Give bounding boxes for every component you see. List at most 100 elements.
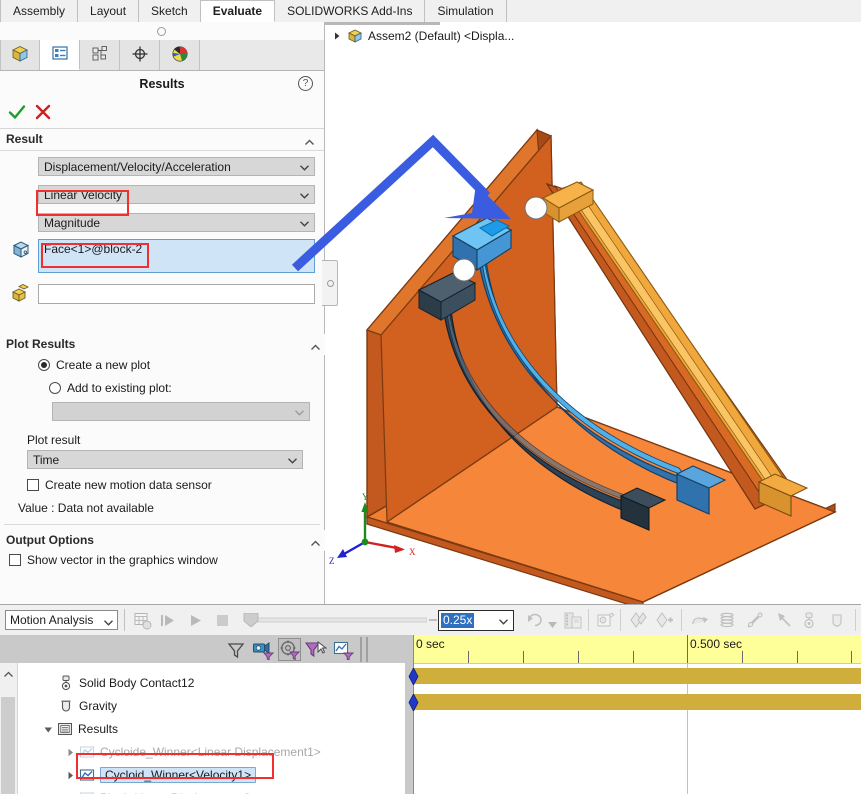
help-icon[interactable]: ? [298, 76, 313, 91]
chevron-down-icon[interactable] [287, 455, 298, 466]
filter-results-icon[interactable] [333, 640, 355, 663]
tab-assembly[interactable]: Assembly [0, 0, 79, 22]
panel-top-bar [0, 22, 324, 40]
property-manager-title: Results ? [0, 71, 324, 98]
timeline-ruler[interactable]: 0 sec 0.500 sec [413, 635, 861, 664]
output-options-section-header[interactable]: Output Options [0, 530, 330, 551]
timeline-key[interactable] [408, 693, 419, 712]
chevron-down-icon[interactable] [294, 407, 305, 418]
chevron-down-icon[interactable] [299, 162, 310, 173]
motion-timeline[interactable]: 0 sec 0.500 sec [405, 635, 861, 794]
configuration-manager-tab[interactable] [80, 40, 120, 70]
feature-tree-tab[interactable] [0, 40, 40, 70]
tab-solidworks-addins[interactable]: SOLIDWORKS Add-Ins [275, 0, 426, 22]
create-motion-sensor-checkbox[interactable]: Create new motion data sensor [27, 478, 212, 492]
tree-scrollbar[interactable] [0, 663, 18, 794]
result-section-header[interactable]: Result [0, 129, 324, 151]
damper-icon[interactable] [746, 611, 765, 633]
motor-icon[interactable] [690, 611, 709, 633]
motion-manager-toolbar: Motion Analysis [0, 605, 861, 636]
tree-row-results-folder[interactable]: Results [18, 718, 118, 740]
result-component-combo[interactable]: Magnitude [38, 213, 315, 232]
save-animation-icon[interactable] [563, 611, 582, 633]
timeline-slider[interactable] [242, 612, 428, 628]
component-selection-box[interactable] [38, 284, 315, 304]
dimxpert-manager-tab[interactable] [120, 40, 160, 70]
add-existing-plot-radio[interactable]: Add to existing plot: [49, 381, 172, 395]
toolbar-separator [681, 609, 682, 631]
toolbar-separator [855, 609, 856, 631]
graphics-area[interactable]: Assem2 (Default) <Displa... X Y Z [325, 22, 861, 604]
timeline-track-row[interactable] [414, 668, 861, 684]
tree-row-cycloid-winner-velocity1[interactable]: Cycloid_Winner<Velocity1> [18, 764, 257, 786]
no-filter-icon[interactable] [226, 640, 246, 663]
tab-simulation[interactable]: Simulation [425, 0, 507, 22]
checkbox-indicator [9, 554, 21, 566]
toolbar-separator [124, 609, 125, 631]
tree-row-cycloide-winner-linear-displacement1[interactable]: Cycloide_Winner<Linear Displacement1> [18, 741, 321, 763]
model-3d-view[interactable]: X Y Z [325, 22, 861, 604]
chevron-up-icon[interactable] [310, 535, 321, 546]
checkbox-indicator [27, 479, 39, 491]
tab-sketch[interactable]: Sketch [139, 0, 201, 22]
display-manager-tab[interactable] [160, 40, 200, 70]
playback-speed-selector[interactable]: 0.25x [438, 610, 514, 631]
tab-evaluate[interactable]: Evaluate [200, 0, 276, 22]
timeline-key[interactable] [408, 667, 419, 686]
calculate-icon[interactable] [133, 611, 152, 633]
output-options-section-title: Output Options [6, 533, 94, 547]
contact-icon[interactable] [800, 611, 819, 633]
tree-row-solid-body-contact[interactable]: Solid Body Contact12 [18, 672, 194, 694]
stop-icon[interactable] [216, 614, 229, 630]
filter-separator [360, 637, 362, 662]
property-manager-tab[interactable] [40, 40, 80, 70]
add-update-key-icon[interactable] [655, 611, 674, 633]
force-icon[interactable] [775, 611, 794, 633]
scrollbar-thumb[interactable] [1, 697, 15, 794]
play-icon[interactable] [188, 613, 204, 631]
chevron-up-icon[interactable] [310, 339, 321, 350]
playback-mode-dropdown-icon[interactable] [548, 617, 557, 631]
accept-button[interactable] [6, 101, 28, 123]
cancel-button[interactable] [32, 101, 54, 123]
tree-row-gravity[interactable]: Gravity [18, 695, 117, 717]
filter-drivings-icon[interactable] [278, 638, 301, 661]
create-new-plot-radio[interactable]: Create a new plot [38, 358, 150, 372]
result-category-combo[interactable]: Displacement/Velocity/Acceleration [38, 157, 315, 176]
panel-splitter-handle[interactable] [322, 260, 338, 306]
filter-separator [366, 637, 368, 662]
show-vector-checkbox[interactable]: Show vector in the graphics window [9, 553, 218, 567]
triangle-right-icon[interactable] [64, 769, 77, 782]
panel-pin-icon[interactable] [157, 27, 166, 36]
plot-result-combo[interactable]: Time [27, 450, 303, 469]
animation-wizard-icon[interactable] [596, 611, 615, 633]
tree-row-plot4-linear-displacement2[interactable]: Plot4<Linear Displacement2> [18, 787, 257, 794]
triangle-down-icon[interactable] [42, 723, 55, 736]
spring-icon[interactable] [718, 611, 737, 633]
play-from-start-icon[interactable] [160, 613, 176, 631]
tab-layout[interactable]: Layout [78, 0, 140, 22]
filter-animated-icon[interactable] [252, 640, 275, 663]
timeline-time-marker[interactable] [413, 635, 414, 794]
playback-mode-icon[interactable] [526, 612, 544, 631]
study-type-value: Motion Analysis [10, 613, 94, 627]
scroll-up-icon[interactable] [3, 668, 14, 677]
chevron-up-icon[interactable] [304, 134, 315, 145]
result-subcategory-combo[interactable]: Linear Velocity [38, 185, 315, 204]
chevron-down-icon[interactable] [299, 190, 310, 201]
timeline-label-0sec: 0 sec [416, 637, 445, 651]
chevron-down-icon[interactable] [103, 615, 114, 626]
existing-plot-combo[interactable] [52, 402, 310, 421]
gravity-icon[interactable] [828, 611, 847, 633]
face-selection-box[interactable]: Face<1>@block-2 [38, 239, 315, 273]
study-type-selector[interactable]: Motion Analysis [5, 610, 118, 630]
plot-results-section-title: Plot Results [6, 337, 76, 351]
tree-item-label: Solid Body Contact12 [79, 676, 195, 690]
plot-results-section-header[interactable]: Plot Results [0, 334, 330, 355]
timeline-track-row[interactable] [414, 694, 861, 710]
triangle-right-icon[interactable] [64, 746, 77, 759]
chevron-down-icon[interactable] [299, 218, 310, 229]
chevron-down-icon[interactable] [498, 616, 509, 627]
autokey-icon[interactable] [628, 611, 647, 633]
filter-selected-icon[interactable] [304, 640, 328, 663]
